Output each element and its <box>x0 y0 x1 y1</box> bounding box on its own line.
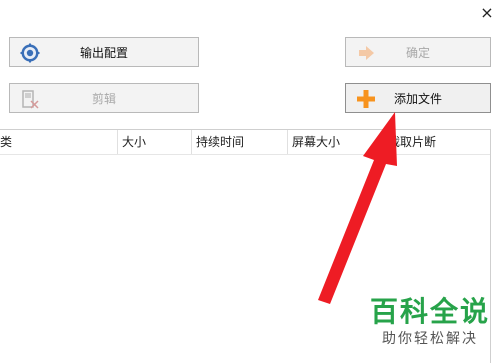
ok-label: 确定 <box>405 45 430 60</box>
cut-button[interactable]: 剪辑 <box>9 83 199 113</box>
add-file-label: 添加文件 <box>393 91 442 106</box>
add-file-button[interactable]: 添加文件 <box>345 83 491 113</box>
output-config-label: 输出配置 <box>79 45 128 60</box>
watermark-sub-text: 助你轻松解决 <box>382 331 478 347</box>
column-header-type[interactable]: 类 <box>0 130 118 154</box>
dialog-window: × 输出配置 剪辑 确定 添加文件 类 大小 持续时间 屏幕大小 截取片断 百科… <box>0 0 500 363</box>
column-header-size[interactable]: 大小 <box>118 130 192 154</box>
watermark-logo: 百科全说 助你轻松解决 <box>370 296 490 356</box>
output-config-button[interactable]: 输出配置 <box>9 37 199 67</box>
ok-button[interactable]: 确定 <box>345 37 491 67</box>
cut-label: 剪辑 <box>91 91 116 106</box>
column-header-clip-segment[interactable]: 截取片断 <box>384 130 490 154</box>
table-header: 类 大小 持续时间 屏幕大小 截取片断 <box>0 130 490 155</box>
column-header-duration[interactable]: 持续时间 <box>192 130 288 154</box>
column-header-screen-size[interactable]: 屏幕大小 <box>288 130 384 154</box>
watermark-main-text: 百科全说 <box>370 295 491 328</box>
close-icon[interactable]: × <box>478 4 496 22</box>
